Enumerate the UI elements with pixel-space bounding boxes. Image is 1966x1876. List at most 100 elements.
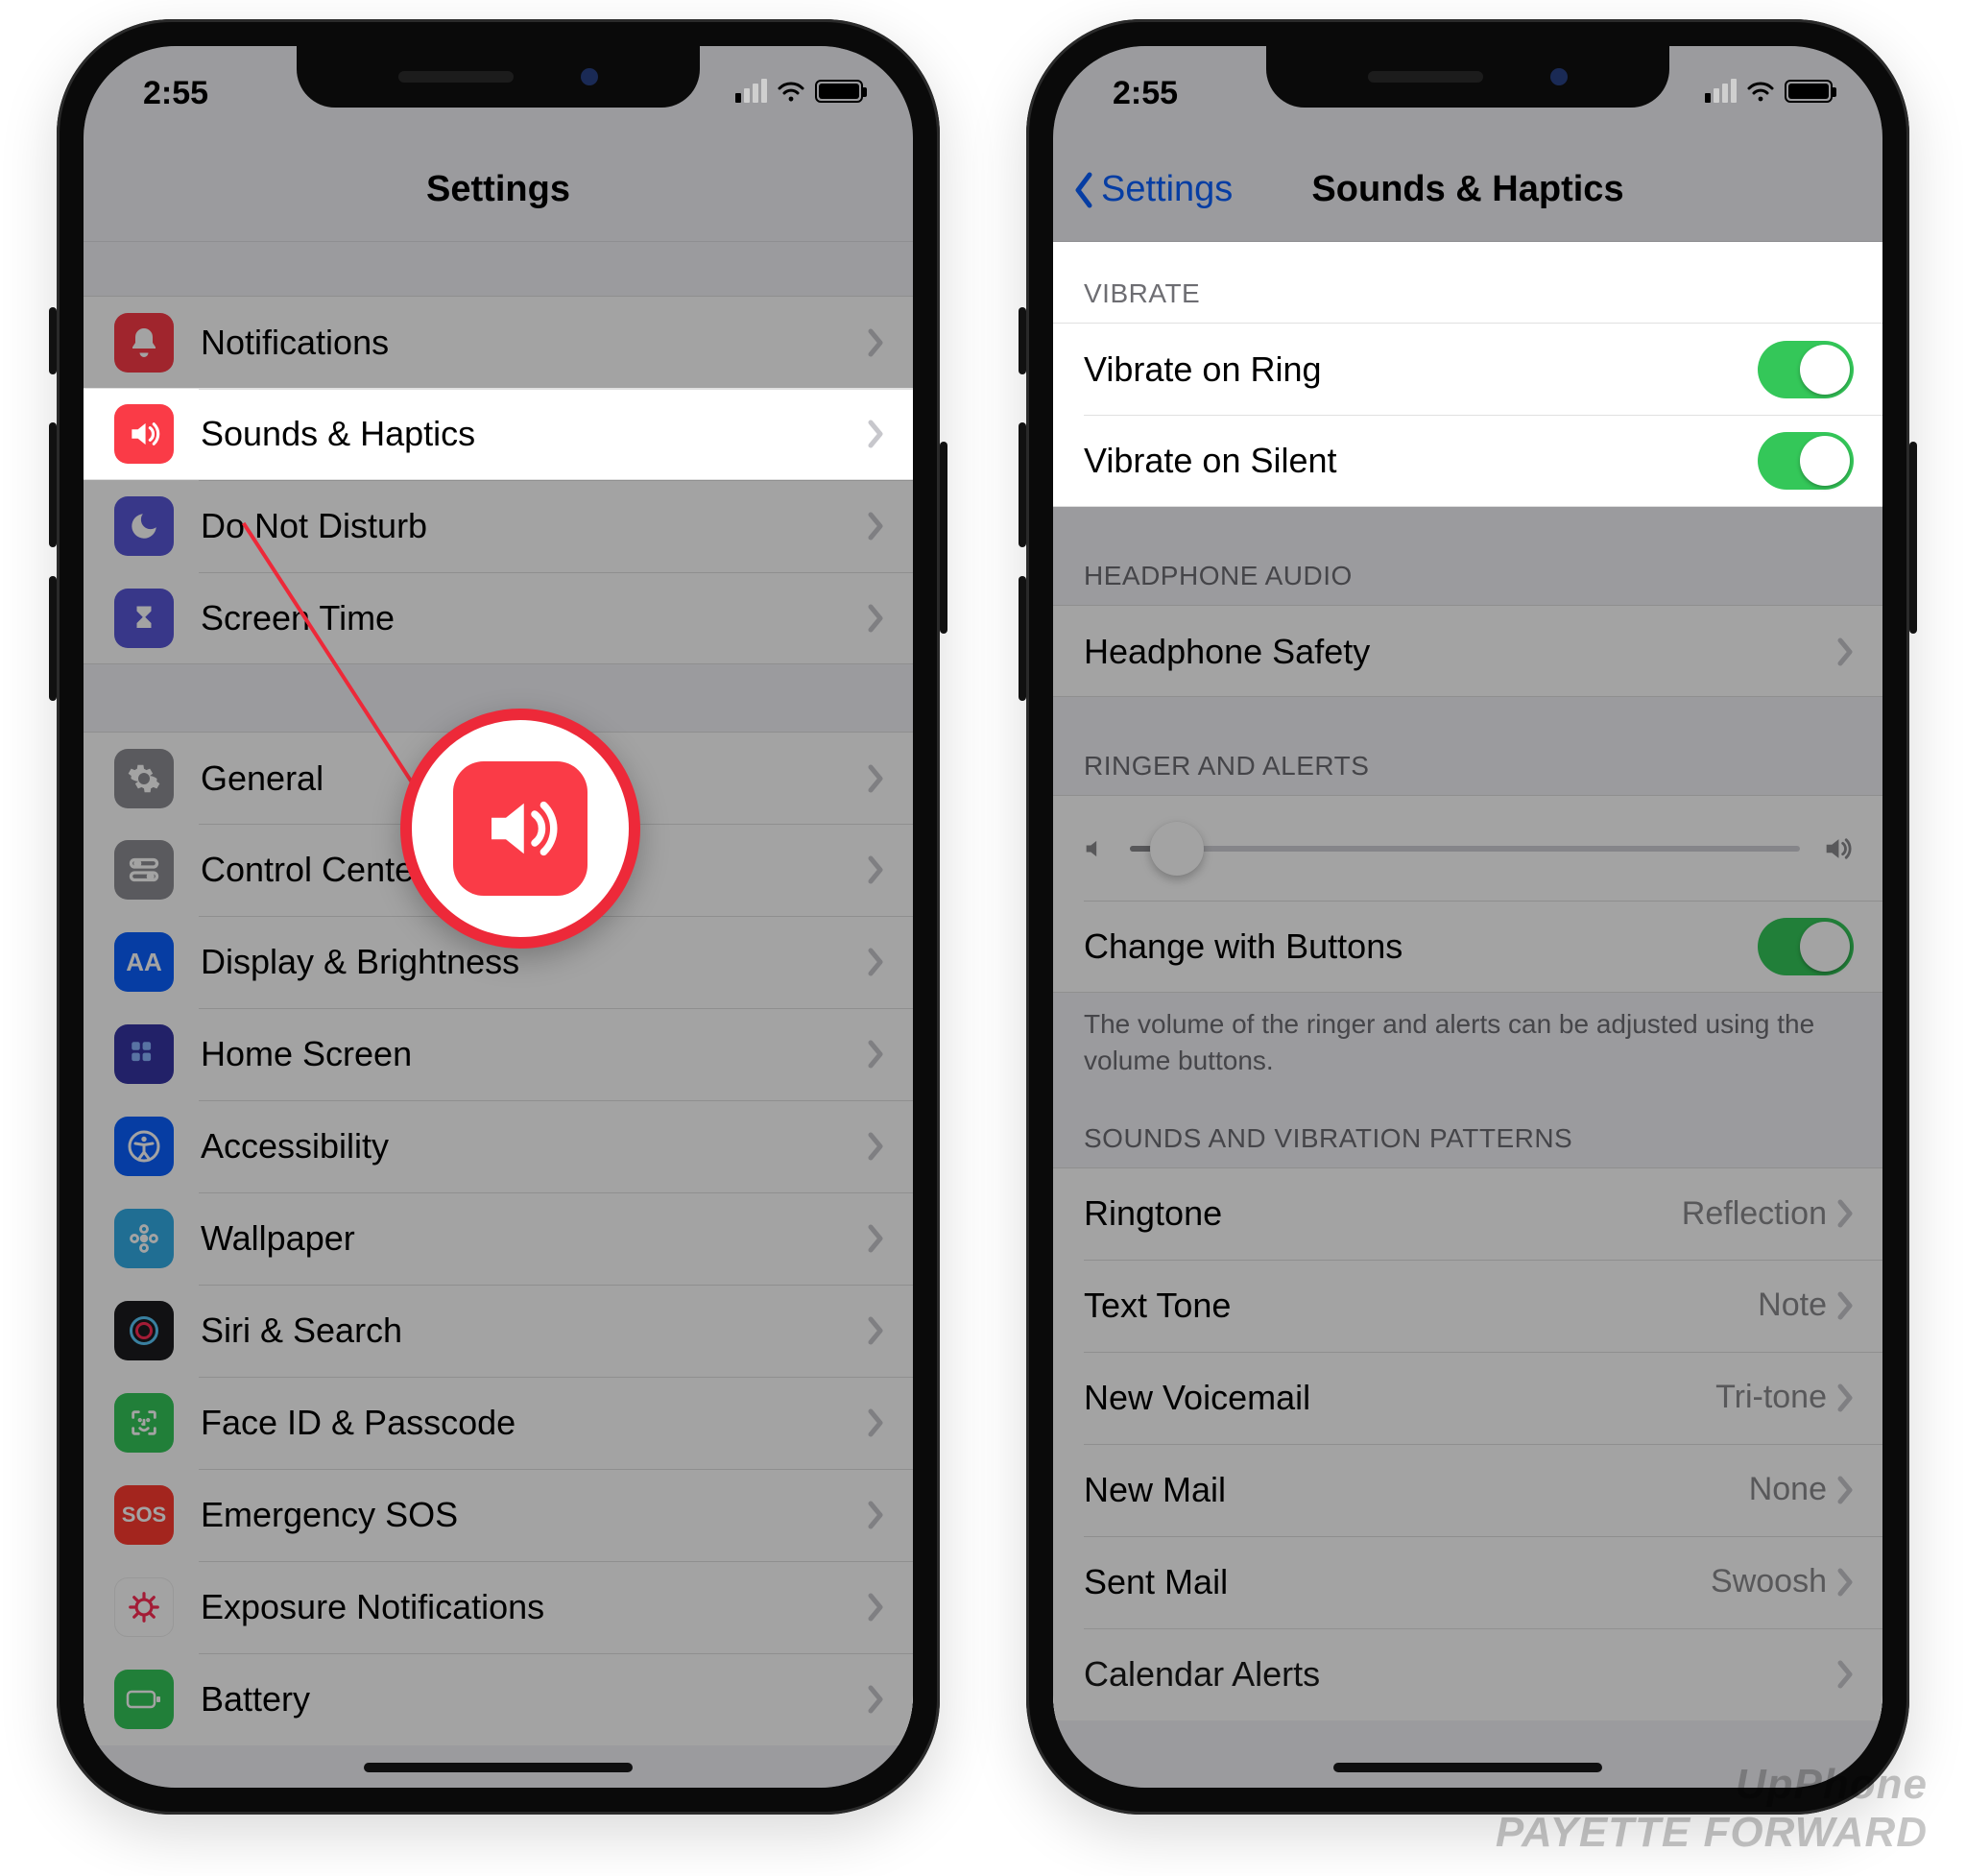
- row-label: Do Not Disturb: [201, 506, 867, 546]
- status-indicators: [1705, 75, 1833, 103]
- callout-magnifier: [400, 709, 640, 949]
- chevron-right-icon: [867, 1224, 884, 1253]
- settings-row-accessibility[interactable]: Accessibility: [84, 1100, 913, 1192]
- row-value: Note: [1758, 1287, 1827, 1324]
- settings-row-homescreen[interactable]: Home Screen: [84, 1008, 913, 1100]
- toggle-change-with-buttons[interactable]: [1758, 918, 1854, 975]
- chevron-right-icon: [1836, 1568, 1854, 1597]
- battery-icon: [1785, 80, 1833, 103]
- row-change-with-buttons[interactable]: Change with Buttons: [1053, 901, 1882, 993]
- speaker-icon: [114, 404, 174, 464]
- chevron-right-icon: [1836, 1660, 1854, 1689]
- row-value: None: [1749, 1471, 1827, 1508]
- row-text-tone[interactable]: Text Tone Note: [1053, 1260, 1882, 1352]
- settings-row-notifications[interactable]: Notifications: [84, 296, 913, 388]
- settings-row-sounds-haptics[interactable]: Sounds & Haptics: [84, 388, 913, 480]
- row-label: Display & Brightness: [201, 942, 867, 982]
- watermark: UpPhone PAYETTE FORWARD: [1496, 1761, 1928, 1857]
- row-label: Text Tone: [1084, 1286, 1758, 1326]
- chevron-right-icon: [1836, 1383, 1854, 1412]
- status-indicators: [735, 75, 863, 103]
- chevron-right-icon: [867, 948, 884, 976]
- row-vibrate-on-ring[interactable]: Vibrate on Ring: [1053, 323, 1882, 415]
- screen-right: 2:55 Settings Sounds & Haptics VI: [1053, 46, 1882, 1788]
- settings-row-screentime[interactable]: Screen Time: [84, 572, 913, 664]
- chevron-right-icon: [867, 1316, 884, 1345]
- vibrate-section: VIBRATE Vibrate on Ring Vibrate on Silen…: [1053, 242, 1882, 507]
- back-button[interactable]: Settings: [1070, 138, 1233, 241]
- bell-icon: [114, 313, 174, 373]
- gear-icon: [114, 749, 174, 808]
- chevron-right-icon: [1836, 637, 1854, 666]
- row-label: Sent Mail: [1084, 1562, 1711, 1602]
- row-sent-mail[interactable]: Sent Mail Swoosh: [1053, 1536, 1882, 1628]
- row-label: Battery: [201, 1679, 867, 1720]
- phone-right: 2:55 Settings Sounds & Haptics VI: [1026, 19, 1909, 1815]
- toggles-icon: [114, 840, 174, 900]
- toggle-vibrate-silent[interactable]: [1758, 432, 1854, 490]
- row-new-voicemail[interactable]: New Voicemail Tri-tone: [1053, 1352, 1882, 1444]
- section-header-ringer: RINGER AND ALERTS: [1053, 697, 1882, 795]
- settings-row-wallpaper[interactable]: Wallpaper: [84, 1192, 913, 1285]
- page-title: Settings: [426, 169, 570, 210]
- speaker-max-icon: [1821, 832, 1854, 865]
- volume-slider[interactable]: [1130, 846, 1800, 852]
- chevron-right-icon: [1836, 1199, 1854, 1228]
- chevron-right-icon: [867, 512, 884, 541]
- row-vibrate-on-silent[interactable]: Vibrate on Silent: [1053, 415, 1882, 507]
- watermark-line2: PAYETTE FORWARD: [1496, 1809, 1928, 1857]
- section-footer-ringer: The volume of the ringer and alerts can …: [1053, 993, 1882, 1089]
- wifi-icon: [1746, 81, 1775, 102]
- chevron-right-icon: [867, 420, 884, 448]
- chevron-right-icon: [867, 1132, 884, 1161]
- row-label: Change with Buttons: [1084, 926, 1758, 967]
- row-label: Wallpaper: [201, 1218, 867, 1259]
- row-label: Home Screen: [201, 1034, 867, 1074]
- settings-row-siri[interactable]: Siri & Search: [84, 1285, 913, 1377]
- row-label: New Voicemail: [1084, 1378, 1715, 1418]
- faceid-icon: [114, 1393, 174, 1453]
- back-label: Settings: [1101, 169, 1233, 210]
- watermark-line1: UpPhone: [1496, 1761, 1928, 1809]
- chevron-right-icon: [867, 1593, 884, 1622]
- row-label: Notifications: [201, 323, 867, 363]
- chevron-right-icon: [867, 1685, 884, 1714]
- row-value: Tri-tone: [1715, 1379, 1827, 1416]
- chevron-right-icon: [867, 1040, 884, 1069]
- chevron-right-icon: [867, 1501, 884, 1529]
- settings-row-faceid[interactable]: Face ID & Passcode: [84, 1377, 913, 1469]
- grid-icon: [114, 1024, 174, 1084]
- status-time: 2:55: [1113, 75, 1178, 112]
- row-label: Accessibility: [201, 1126, 867, 1166]
- sos-icon: SOS: [114, 1485, 174, 1545]
- home-indicator[interactable]: [364, 1763, 633, 1772]
- row-label: Emergency SOS: [201, 1495, 867, 1535]
- settings-row-battery[interactable]: Battery: [84, 1653, 913, 1745]
- settings-row-dnd[interactable]: Do Not Disturb: [84, 480, 913, 572]
- row-label: Ringtone: [1084, 1193, 1682, 1234]
- row-ringtone[interactable]: Ringtone Reflection: [1053, 1167, 1882, 1260]
- row-label: Vibrate on Ring: [1084, 349, 1758, 390]
- section-header-vibrate: VIBRATE: [1053, 242, 1882, 323]
- row-label: Sounds & Haptics: [201, 414, 867, 454]
- row-headphone-safety[interactable]: Headphone Safety: [1053, 605, 1882, 697]
- settings-row-exposure[interactable]: Exposure Notifications: [84, 1561, 913, 1653]
- speaker-min-icon: [1082, 835, 1109, 862]
- row-label: Screen Time: [201, 598, 867, 638]
- row-volume-slider[interactable]: [1053, 795, 1882, 901]
- row-calendar-alerts[interactable]: Calendar Alerts: [1053, 1628, 1882, 1720]
- status-time: 2:55: [143, 75, 208, 112]
- chevron-right-icon: [1836, 1476, 1854, 1504]
- chevron-right-icon: [867, 764, 884, 793]
- row-label: Exposure Notifications: [201, 1587, 867, 1627]
- row-new-mail[interactable]: New Mail None: [1053, 1444, 1882, 1536]
- settings-row-sos[interactable]: SOS Emergency SOS: [84, 1469, 913, 1561]
- row-label: Siri & Search: [201, 1311, 867, 1351]
- screen-left: 2:55 Settings Notif: [84, 46, 913, 1788]
- section-header-headphone: HEADPHONE AUDIO: [1053, 507, 1882, 605]
- toggle-vibrate-ring[interactable]: [1758, 341, 1854, 398]
- row-value: Swoosh: [1711, 1563, 1827, 1600]
- row-value: Reflection: [1682, 1195, 1827, 1233]
- accessibility-icon: [114, 1117, 174, 1176]
- nav-header: Settings: [84, 138, 913, 242]
